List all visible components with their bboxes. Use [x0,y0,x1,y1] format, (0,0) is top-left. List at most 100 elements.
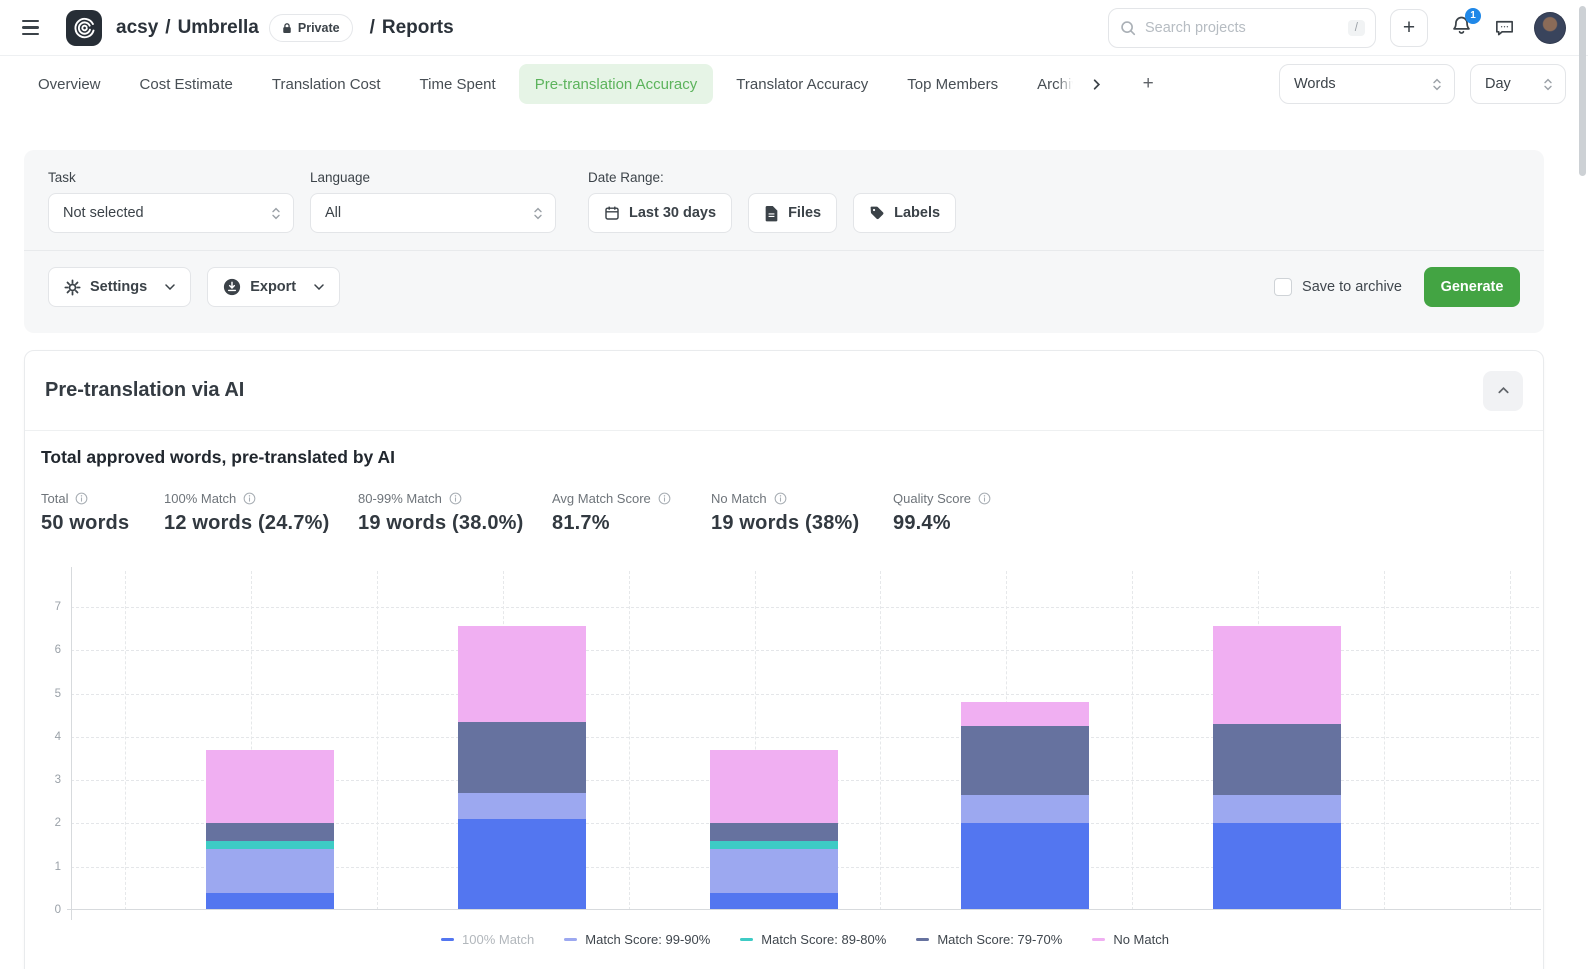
stat-no-match: No Match19 words (38%) [711,491,893,535]
bar-segment-no-match-bar4[interactable] [961,702,1089,726]
updown-caret-icon [1543,77,1553,92]
create-project-button[interactable]: + [1390,9,1428,47]
notifications-button[interactable]: 1 [1450,14,1473,42]
gridline-horizontal [71,607,1539,608]
bar-segment-match-score-79-70-bar1[interactable] [206,823,334,840]
breadcrumb-org[interactable]: acsy [116,17,158,39]
actions-row: Settings Export Save to archive Generate [24,251,1544,307]
bar-segment-match-score-99-90-bar2[interactable] [458,793,586,819]
date-range-field: Date Range: Last 30 days [588,170,732,233]
units-select[interactable]: Words [1279,64,1455,104]
bar-segment-match-score-99-90-bar1[interactable] [206,849,334,892]
y-axis-tick-label: 2 [37,817,61,829]
report-tab-bar: Overview Cost Estimate Translation Cost Tim… [0,56,1588,112]
tab-translation-cost[interactable]: Translation Cost [272,64,381,104]
bar-segment-match-score-99-90-bar4[interactable] [961,795,1089,823]
legend-swatch [1092,938,1105,941]
legend-item-no-match[interactable]: No Match [1092,932,1169,947]
tab-time-spent[interactable]: Time Spent [420,64,496,104]
legend-swatch [740,938,753,941]
legend-item-match-score-79-70[interactable]: Match Score: 79-70% [916,932,1062,947]
page-scrollbar-thumb[interactable] [1579,6,1586,176]
legend-item-match-score-99-90[interactable]: Match Score: 99-90% [564,932,710,947]
report-filter-panel: Task Not selected Language All Date Rang… [24,150,1544,333]
add-report-tab-button[interactable]: + [1135,71,1161,97]
bar-segment-no-match-bar3[interactable] [710,750,838,824]
tab-archive[interactable]: Archive [1037,64,1073,104]
collapse-section-button[interactable] [1483,371,1523,411]
app-logo[interactable] [66,10,102,46]
legend-swatch [564,938,577,941]
legend-swatch [916,938,929,941]
bar-segment-match-score-89-80-bar1[interactable] [206,841,334,850]
report-view-selects: Words Day [1279,64,1566,104]
bar-segment-match-score-99-90-bar5[interactable] [1213,795,1341,823]
stat-label: Total [41,491,68,506]
info-icon [774,492,787,505]
gridline-vertical [377,571,378,910]
tab-label: Translation Cost [272,76,381,93]
tab-pre-translation-accuracy[interactable]: Pre-translation Accuracy [519,64,714,104]
bar-segment-match-score-79-70-bar3[interactable] [710,823,838,840]
tab-overview[interactable]: Overview [38,64,101,104]
bar-segment-no-match-bar5[interactable] [1213,626,1341,723]
tab-top-members[interactable]: Top Members [907,64,998,104]
tabs-scroll-right-button[interactable] [1083,71,1109,97]
bar-segment-100-match-bar1[interactable] [206,893,334,910]
legend-swatch [441,938,454,941]
legend-item-100-match[interactable]: 100% Match [441,932,534,947]
breadcrumb-project[interactable]: Umbrella [178,17,259,39]
y-axis-tick-label: 3 [37,774,61,786]
chevron-right-icon [1089,77,1104,92]
tag-icon [869,205,885,221]
page: acsy / Umbrella Private / Reports / [0,0,1588,969]
search-input[interactable] [1145,20,1348,36]
save-to-archive-checkbox[interactable] [1274,278,1292,296]
export-button-label: Export [250,279,296,295]
labels-filter-button[interactable]: Labels [853,193,956,233]
legend-item-match-score-89-80[interactable]: Match Score: 89-80% [740,932,886,947]
date-range-button[interactable]: Last 30 days [588,193,732,233]
bar-segment-100-match-bar2[interactable] [458,819,586,910]
bar-segment-match-score-99-90-bar3[interactable] [710,849,838,892]
caret-down-icon [165,284,175,290]
granularity-select[interactable]: Day [1470,64,1566,104]
legend-label: 100% Match [462,932,534,947]
logo-arcs-icon [73,16,96,39]
gridline-vertical [1384,571,1385,910]
messages-button[interactable] [1493,16,1516,39]
bar-segment-100-match-bar3[interactable] [710,893,838,910]
stat-label: No Match [711,491,767,506]
search-box[interactable]: / [1108,8,1376,48]
bar-segment-no-match-bar1[interactable] [206,750,334,824]
breadcrumb-separator: / [165,17,170,39]
settings-button[interactable]: Settings [48,267,191,307]
generate-button[interactable]: Generate [1424,267,1520,307]
save-to-archive-label: Save to archive [1302,279,1402,295]
user-avatar[interactable] [1534,12,1566,44]
bar-segment-match-score-79-70-bar4[interactable] [961,726,1089,795]
bar-segment-no-match-bar2[interactable] [458,626,586,721]
updown-caret-icon [533,206,543,221]
tab-translator-accuracy[interactable]: Translator Accuracy [736,64,868,104]
tab-label: Pre-translation Accuracy [535,76,698,93]
export-button[interactable]: Export [207,267,340,307]
stat-value: 99.4% [893,512,1053,535]
stat-value: 81.7% [552,512,711,535]
bar-segment-match-score-79-70-bar2[interactable] [458,722,586,793]
hamburger-menu-icon[interactable] [22,15,48,41]
pretranslation-chart: 01234567 100% MatchMatch Score: 99-90%Ma… [71,571,1539,969]
legend-label: Match Score: 99-90% [585,932,710,947]
report-card: Pre-translation via AI Total approved wo… [24,350,1544,969]
bar-segment-match-score-89-80-bar3[interactable] [710,841,838,850]
tab-cost-estimate[interactable]: Cost Estimate [140,64,233,104]
bar-segment-match-score-79-70-bar5[interactable] [1213,724,1341,795]
language-select[interactable]: All [310,193,556,233]
bar-segment-100-match-bar4[interactable] [961,823,1089,910]
info-icon [75,492,88,505]
files-filter-button[interactable]: Files [748,193,837,233]
task-field: Task Not selected [48,170,294,233]
bar-segment-100-match-bar5[interactable] [1213,823,1341,910]
gridline-vertical [1510,571,1511,910]
task-select[interactable]: Not selected [48,193,294,233]
